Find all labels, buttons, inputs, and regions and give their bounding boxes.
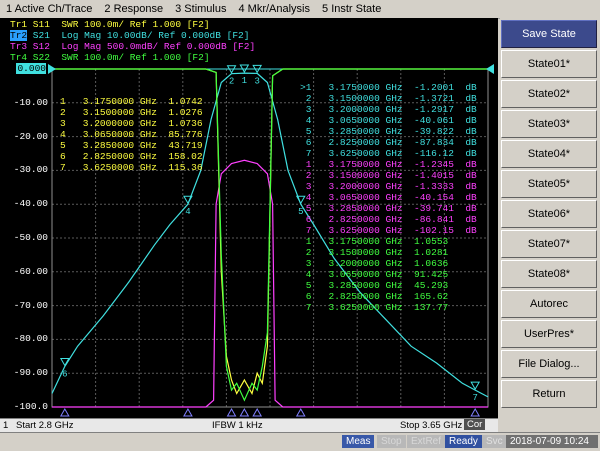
state04-button[interactable]: State04* [501,140,597,168]
state07-button[interactable]: State07* [501,230,597,258]
correction-badge: Cor [464,419,486,430]
status-stop: Stop [377,435,406,448]
file-dialog-button[interactable]: File Dialog... [501,350,597,378]
marker-table-row: 6 2.8250000 GHz -87.834 dB [300,137,477,148]
marker-label-4: 4 [185,207,190,217]
marker-table-s21: >1 3.1750000 GHz -1.2001 dB 2 3.1500000 … [300,82,477,159]
start-frequency[interactable]: Start 2.8 GHz [16,420,74,431]
state02-button[interactable]: State02* [501,80,597,108]
state05-button[interactable]: State05* [501,170,597,198]
ifbw-value[interactable]: IFBW 1 kHz [212,420,263,431]
marker-table-row: 1 3.1750000 GHz 1.0742 [60,96,203,107]
status-extref: ExtRef [407,435,446,448]
stimulus-marker-6 [59,407,70,417]
menu-active-ch-trace[interactable]: 1 Active Ch/Trace [0,3,98,15]
menu-stimulus[interactable]: 3 Stimulus [169,3,232,15]
marker-table-row: 5 3.2850000 GHz 45.293 [300,280,449,291]
marker-label-1: 1 [242,76,247,86]
marker-table-row: 7 3.6250000 GHz -102.15 dB [300,225,477,236]
marker-table-row: 4 3.0650000 GHz -40.061 dB [300,115,477,126]
marker-table-row: 1 3.1750000 GHz 1.0553 [300,236,449,247]
state01-button[interactable]: State01* [501,50,597,78]
marker-table-row: 4 3.0650000 GHz -40.154 dB [300,192,477,203]
menu-instr-state[interactable]: 5 Instr State [316,3,387,15]
state06-button[interactable]: State06* [501,200,597,228]
marker-label-7: 7 [472,393,477,403]
marker-table-row: 3 3.2000000 GHz -1.3333 dB [300,181,477,192]
marker-table-row: 5 3.2850000 GHz -39.741 dB [300,203,477,214]
marker-table-row: 2 3.1500000 GHz 1.0281 [300,247,449,258]
sweep-info-bar: 1 Start 2.8 GHz IFBW 1 kHz Stop 3.65 GHz… [0,418,498,432]
marker-table-s12: 1 3.1750000 GHz -1.2345 dB 2 3.1500000 G… [300,159,477,236]
marker-table-row: 2 3.1500000 GHz 1.0276 [60,107,203,118]
channel-number: 1 [3,420,9,431]
reference-arrow-right [486,64,494,74]
marker-table-row: 6 2.8250000 GHz -86.841 dB [300,214,477,225]
marker-table-row: 3 3.2000000 GHz 1.0736 [60,118,203,129]
marker-label-2: 2 [229,77,234,87]
marker-table-row: 6 2.8250000 GHz 165.62 [300,291,449,302]
marker-table-row: 3 3.2000000 GHz 1.0636 [300,258,449,269]
marker-table-row: >1 3.1750000 GHz -1.2001 dB [300,82,477,93]
stimulus-marker-3 [252,407,263,417]
marker-table-row: 7 3.6250000 GHz 115.36 [60,162,203,173]
marker-table-s11: 1 3.1750000 GHz 1.0742 2 3.1500000 GHz 1.… [60,96,203,173]
marker-table-s22: 1 3.1750000 GHz 1.0553 2 3.1500000 GHz 1… [300,236,449,313]
menu-response[interactable]: 2 Response [98,3,169,15]
marker-table-row: 2 3.1500000 GHz -1.3721 dB [300,93,477,104]
stimulus-marker-7 [470,407,481,417]
marker-table-row: 1 3.1750000 GHz -1.2345 dB [300,159,477,170]
stimulus-marker-2 [226,407,237,417]
status-bar: Meas Stop ExtRef Ready Svc 2018-07-09 10… [0,432,600,451]
marker-table-row: 4 3.0650000 GHz 85.776 [60,129,203,140]
marker-table-row: 3 3.2000000 GHz -1.2917 dB [300,104,477,115]
marker-table-row: 2 3.1500000 GHz -1.4015 dB [300,170,477,181]
softkey-menu-title: Save State [501,20,597,48]
marker-table-row: 5 3.2850000 GHz -39.822 dB [300,126,477,137]
stop-frequency[interactable]: Stop 3.65 GHz [400,420,462,431]
softkey-panel: Save State State01* State02* State03* St… [500,18,600,432]
marker-label-6: 6 [62,369,67,379]
status-meas: Meas [342,435,375,448]
autorec-button[interactable]: Autorec [501,290,597,318]
stimulus-marker-1 [239,407,250,417]
status-ready: Ready [445,435,482,448]
state03-button[interactable]: State03* [501,110,597,138]
state08-button[interactable]: State08* [501,260,597,288]
status-datetime: 2018-07-09 10:24 [506,435,598,448]
status-svc: Svc [482,435,507,448]
marker-table-row: 4 3.0650000 GHz 91.425 [300,269,449,280]
userpres-button[interactable]: UserPres* [501,320,597,348]
marker-table-row: 7 3.6250000 GHz 137.77 [300,302,449,313]
menu-bar: 1 Active Ch/Trace 2 Response 3 Stimulus … [0,0,600,19]
menu-mkr-analysis[interactable]: 4 Mkr/Analysis [232,3,316,15]
measurement-screen[interactable]: Tr1 S11 SWR 100.0m/ Ref 1.000 [F2] Tr2 S… [0,18,498,418]
marker-label-3: 3 [254,76,259,86]
marker-table-row: 6 2.8250000 GHz 158.02 [60,151,203,162]
marker-table-row: 5 3.2850000 GHz 43.719 [60,140,203,151]
stimulus-marker-4 [183,407,193,417]
return-button[interactable]: Return [501,380,597,408]
marker-table-row: 7 3.6250000 GHz -116.12 dB [300,148,477,159]
stimulus-marker-5 [295,407,306,417]
